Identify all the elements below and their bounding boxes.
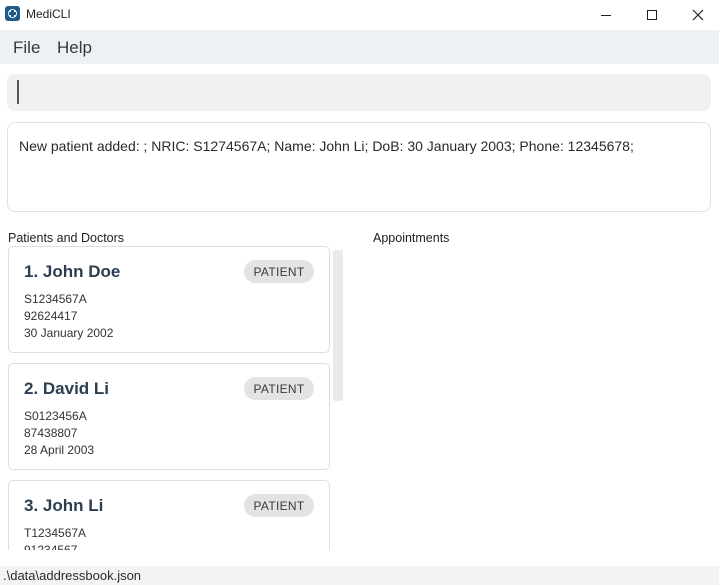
status-bar: .\data\addressbook.json	[0, 566, 719, 585]
medicli-app-icon	[5, 6, 20, 21]
person-list[interactable]: 1. John Doe PATIENT S1234567A 92624417 3…	[0, 246, 345, 550]
menu-file[interactable]: File	[13, 38, 40, 58]
appointments-heading: Appointments	[373, 231, 450, 245]
person-dob: 30 January 2002	[24, 326, 114, 340]
app-window: MediCLI File Help New patient added: ; N…	[0, 0, 719, 585]
menu-help[interactable]: Help	[57, 38, 92, 58]
person-card[interactable]: 3. John Li PATIENT T1234567A 91234567	[8, 480, 330, 550]
person-card[interactable]: 2. David Li PATIENT S0123456A 87438807 2…	[8, 363, 330, 470]
person-tag-badge: PATIENT	[244, 494, 314, 517]
minimize-button[interactable]	[583, 0, 629, 30]
person-dob: 28 April 2003	[24, 443, 95, 457]
text-caret	[17, 80, 19, 104]
close-icon	[692, 9, 704, 21]
person-nric: S1234567A	[24, 292, 87, 306]
person-card[interactable]: 1. John Doe PATIENT S1234567A 92624417 3…	[8, 246, 330, 353]
result-message: New patient added: ; NRIC: S1274567A; Na…	[19, 138, 634, 154]
person-list-scrollbar[interactable]	[333, 250, 343, 401]
person-nric: T1234567A	[24, 526, 87, 540]
person-phone: 87438807	[24, 426, 78, 440]
title-bar: MediCLI	[0, 0, 719, 30]
person-nric: S0123456A	[24, 409, 87, 423]
person-name: 1. John Doe	[24, 262, 121, 281]
command-input[interactable]	[7, 74, 711, 111]
maximize-icon	[647, 10, 657, 20]
person-tag-badge: PATIENT	[244, 260, 314, 283]
result-display: New patient added: ; NRIC: S1274567A; Na…	[7, 122, 711, 212]
menu-bar: File Help	[0, 30, 719, 64]
close-button[interactable]	[675, 0, 719, 30]
person-phone: 91234567	[24, 543, 78, 550]
save-location-path: .\data\addressbook.json	[3, 568, 142, 583]
person-tag-badge: PATIENT	[244, 377, 314, 400]
minimize-icon	[601, 14, 611, 16]
window-title: MediCLI	[26, 7, 71, 21]
maximize-button[interactable]	[629, 0, 675, 30]
person-name: 3. John Li	[24, 496, 104, 515]
person-name: 2. David Li	[24, 379, 110, 398]
patients-doctors-heading: Patients and Doctors	[8, 231, 125, 245]
person-phone: 92624417	[24, 309, 78, 323]
